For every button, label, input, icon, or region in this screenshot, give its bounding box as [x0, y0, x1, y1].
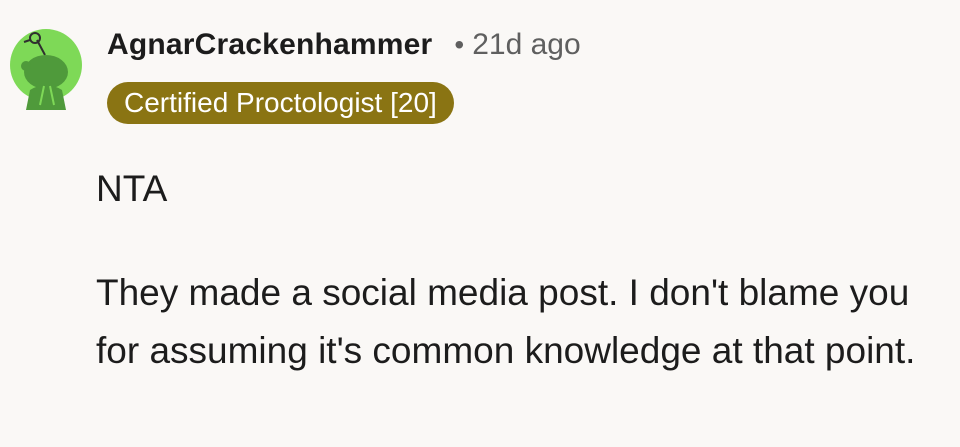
timestamp[interactable]: 21d ago: [472, 28, 580, 62]
comment-body: NTA They made a social media post. I don…: [96, 160, 946, 380]
comment: AgnarCrackenhammer • 21d ago Certified P…: [0, 0, 960, 447]
comment-paragraph: NTA: [96, 168, 168, 209]
comment-meta: AgnarCrackenhammer • 21d ago: [107, 28, 581, 62]
comment-paragraph: They made a social media post. I don't b…: [96, 272, 916, 371]
user-avatar[interactable]: [10, 20, 82, 110]
separator-dot: •: [454, 29, 465, 60]
username-link[interactable]: AgnarCrackenhammer: [107, 28, 432, 62]
user-flair-badge: Certified Proctologist [20]: [107, 82, 454, 124]
snoo-avatar-icon: [10, 29, 82, 110]
